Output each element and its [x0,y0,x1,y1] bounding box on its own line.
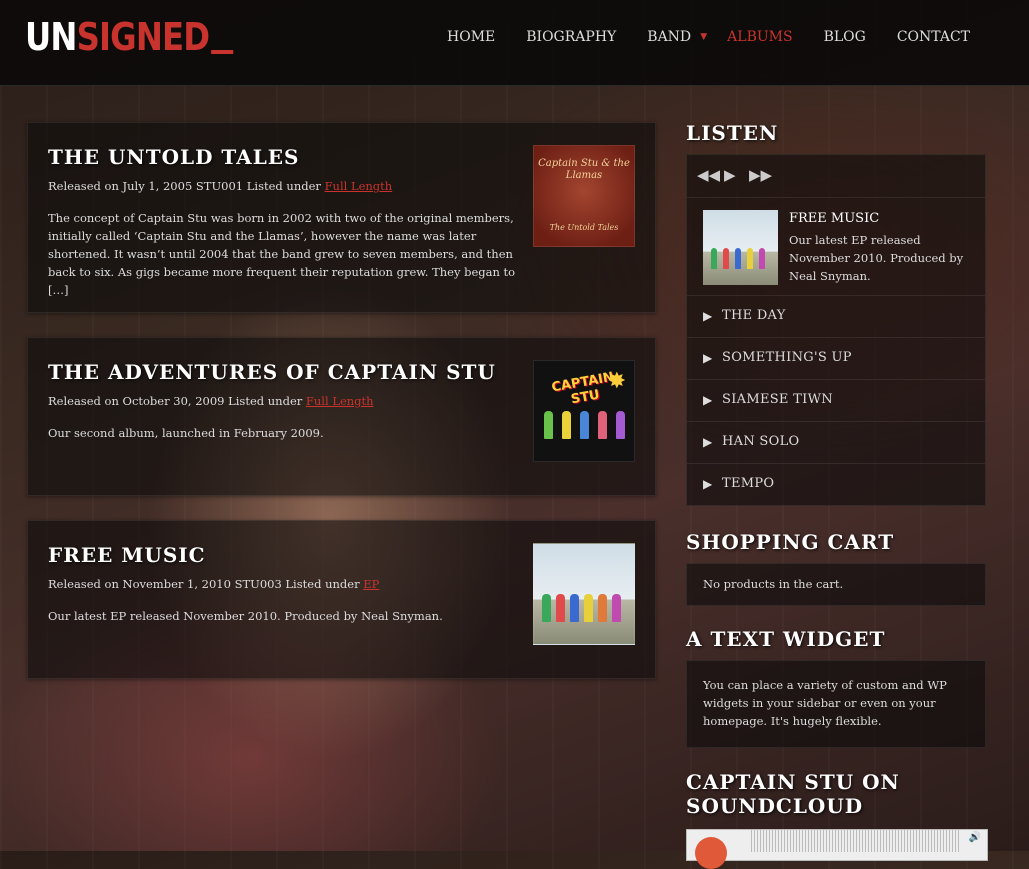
logo-text-signed: SIGNED [76,15,210,59]
cover-figure [544,411,553,439]
album-description: The concept of Captain Stu was born in 2… [48,211,516,297]
album-description: Our second album, launched in February 2… [48,426,324,440]
cart-widget: No products in the cart. [686,563,986,606]
play-icon[interactable]: ▶ [724,166,736,184]
album-card: THE UNTOLD TALES Released on July 1, 200… [27,122,656,313]
cover-figure [542,594,551,622]
track-name: SOMETHING'S UP [722,350,852,365]
nav-band[interactable]: BAND ▼ [647,29,707,45]
album-cover[interactable]: CAPTAIN STU ✸ [533,360,635,462]
text-widget: You can place a variety of custom and WP… [686,660,986,748]
album-title[interactable]: THE UNTOLD TALES [48,145,299,169]
album-released: Released on November 1, 2010 STU003 List… [48,577,364,591]
cart-empty-text: No products in the cart. [703,577,844,591]
cover-figure [556,594,565,622]
main-nav: HOME BIOGRAPHY BAND ▼ ALBUMS BLOG CONTACT [416,29,970,45]
track-name: THE DAY [722,308,786,323]
album-released: Released on July 1, 2005 STU001 Listed u… [48,179,325,193]
album-title[interactable]: THE ADVENTURES OF CAPTAIN STU [48,360,496,384]
logo-text-un: UN [25,15,77,59]
soundcloud-player[interactable]: 🔊 [686,829,988,869]
album-category-link[interactable]: EP [363,577,379,591]
nav-band-label: BAND [647,29,692,45]
album-cover[interactable] [533,543,635,645]
album-description: Our latest EP released November 2010. Pr… [48,609,443,623]
album-card: FREE MUSIC Released on November 1, 2010 … [27,520,656,679]
cover-figure [746,247,754,269]
cover-star-shape: ✸ [607,369,626,394]
nav-home[interactable]: HOME [447,29,495,45]
cover-figure [616,411,625,439]
cover-figure [722,247,730,269]
now-playing: FREE MUSIC Our latest EP released Novemb… [687,198,985,296]
now-playing-cover[interactable] [703,210,778,285]
track-item[interactable]: ▶ SIAMESE TIWN [687,380,985,422]
album-meta: Released on October 30, 2009 Listed unde… [48,394,374,408]
cover-album-name: The Untold Tales [549,223,619,232]
album-meta: Released on November 1, 2010 STU003 List… [48,577,379,591]
album-category-link[interactable]: Full Length [306,394,374,408]
play-icon: ▶ [703,393,713,407]
cover-figure [710,247,718,269]
player-controls: ◀◀ ▶ ▶▶ [687,155,985,198]
album-meta: Released on July 1, 2005 STU001 Listed u… [48,179,392,193]
cover-figure [598,411,607,439]
now-playing-title[interactable]: FREE MUSIC [789,211,879,226]
site-header: UNSIGNED HOME BIOGRAPHY BAND ▼ ALBUMS BLO… [0,0,1029,86]
rewind-icon[interactable]: ◀◀ [697,166,720,184]
album-title[interactable]: FREE MUSIC [48,543,206,567]
play-icon: ▶ [703,351,713,365]
cover-figure [734,247,742,269]
nav-biography[interactable]: BIOGRAPHY [526,29,616,45]
caret-down-icon: ▼ [700,32,708,42]
listen-widget-title: LISTEN [686,121,779,145]
cart-widget-title: SHOPPING CART [686,530,895,554]
nav-albums[interactable]: ALBUMS [727,29,792,45]
logo-underscore [210,50,233,54]
cover-figure [570,594,579,622]
track-item[interactable]: ▶ HAN SOLO [687,422,985,464]
play-icon: ▶ [703,309,713,323]
cover-figure [584,594,593,622]
cover-figure [598,594,607,622]
play-icon: ▶ [703,435,713,449]
cover-band-name: Captain Stu & the Llamas [538,158,630,181]
cover-figure [758,247,766,269]
album-cover[interactable]: Captain Stu & the Llamas The Untold Tale… [533,145,635,247]
track-name: SIAMESE TIWN [722,392,833,407]
track-item[interactable]: ▶ SOMETHING'S UP [687,338,985,380]
text-widget-title: A TEXT WIDGET [686,627,886,651]
cover-figure [612,594,621,622]
now-playing-text: Our latest EP released November 2010. Pr… [789,233,964,283]
cover-figure [580,411,589,439]
fast-forward-icon[interactable]: ▶▶ [749,166,772,184]
track-item[interactable]: ▶ THE DAY [687,296,985,338]
play-icon: ▶ [703,477,713,491]
site-logo[interactable]: UNSIGNED [25,15,233,59]
waveform[interactable] [751,830,961,852]
album-category-link[interactable]: Full Length [325,179,393,193]
track-item[interactable]: ▶ TEMPO [687,464,985,505]
album-released: Released on October 30, 2009 Listed unde… [48,394,306,408]
nav-contact[interactable]: CONTACT [897,29,970,45]
music-player: ◀◀ ▶ ▶▶ FREE MUSIC Our latest EP release… [686,154,986,506]
nav-blog[interactable]: BLOG [824,29,866,45]
text-widget-body: You can place a variety of custom and WP… [703,678,947,728]
soundcloud-widget-title: CAPTAIN STU ON SOUNDCLOUD [686,770,900,818]
track-name: HAN SOLO [722,434,800,449]
track-name: TEMPO [722,476,775,491]
cover-figure [562,411,571,439]
album-card: THE ADVENTURES OF CAPTAIN STU Released o… [27,337,656,496]
play-button[interactable] [695,837,727,869]
volume-icon[interactable]: 🔊 [969,832,981,843]
